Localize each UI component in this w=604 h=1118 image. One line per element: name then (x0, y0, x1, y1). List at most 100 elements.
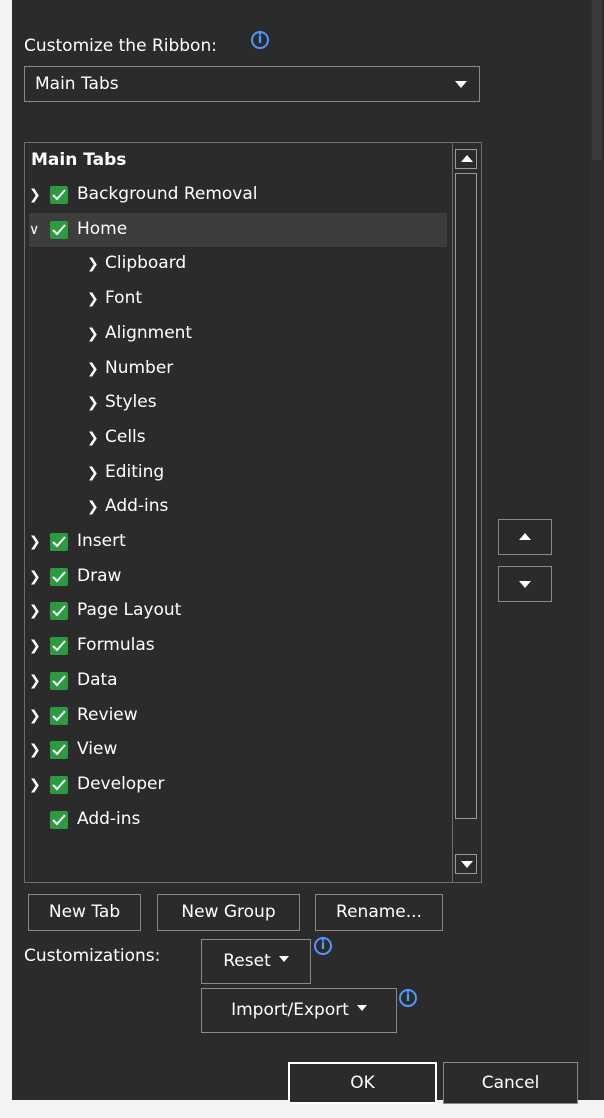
tree-item-label: Cells (105, 426, 146, 447)
tab-checkbox[interactable] (50, 810, 68, 829)
tab-tree-item[interactable]: Add-ins (25, 803, 449, 837)
ok-button[interactable]: OK (288, 1062, 437, 1104)
ribbon-type-value: Main Tabs (35, 74, 119, 94)
rename-button[interactable]: Rename... (315, 894, 443, 931)
import-export-info-icon[interactable]: i (399, 989, 417, 1007)
tree-item-label: Home (77, 218, 128, 239)
reset-button-label: Reset (223, 951, 271, 971)
tab-tree-item[interactable]: ❯ Data (25, 664, 449, 698)
move-down-button[interactable] (498, 566, 552, 602)
tab-checkbox[interactable] (50, 533, 68, 551)
tree-item-label: Clipboard (105, 253, 187, 274)
right-scroll-strip (590, 0, 604, 1118)
arrow-up-icon (461, 155, 473, 162)
tree-item-label: Draw (77, 565, 122, 586)
chevron-right-icon[interactable]: ❯ (87, 256, 99, 272)
move-up-button[interactable] (498, 519, 552, 555)
tab-tree-item[interactable]: ❯ Page Layout (25, 594, 449, 628)
tab-checkbox[interactable] (50, 567, 68, 586)
chevron-down-icon (455, 81, 467, 88)
chevron-right-icon[interactable]: ❯ (87, 465, 99, 481)
chevron-right-icon[interactable]: ❯ (87, 291, 99, 307)
tree-item-label: Number (105, 357, 174, 378)
arrow-down-icon (519, 581, 531, 588)
chevron-right-icon[interactable]: ❯ (87, 395, 99, 411)
chevron-right-icon[interactable]: ❯ (87, 361, 99, 377)
scroll-down-button[interactable] (455, 854, 477, 874)
ribbon-type-dropdown[interactable]: Main Tabs (24, 66, 480, 102)
tab-tree-item[interactable]: ❯ Developer (25, 768, 449, 802)
chevron-right-icon[interactable]: ❯ (29, 708, 41, 724)
tab-checkbox[interactable] (50, 706, 68, 725)
info-icon[interactable]: i (251, 31, 269, 49)
reset-button[interactable]: Reset (201, 939, 311, 984)
chevron-down-icon (278, 956, 289, 962)
tab-tree-item[interactable]: ∨ Home (29, 212, 447, 247)
tree-item-label: Formulas (77, 635, 155, 656)
group-tree-item[interactable]: ❯ Styles (25, 386, 449, 420)
group-tree-item[interactable]: ❯ Alignment (25, 317, 449, 351)
tree-item-label: View (77, 739, 118, 760)
import-export-button[interactable]: Import/Export (201, 988, 397, 1033)
tree-header: Main Tabs (31, 150, 127, 170)
tree-item-label: Styles (105, 392, 157, 413)
tab-checkbox[interactable] (50, 220, 68, 239)
outer-scrollbar-thumb[interactable] (592, 0, 602, 160)
arrow-down-icon (461, 861, 473, 868)
tree-item-label: Alignment (105, 322, 193, 343)
reset-info-icon[interactable]: i (314, 937, 332, 955)
group-tree-item[interactable]: ❯ Number (25, 352, 449, 386)
chevron-right-icon[interactable]: ❯ (29, 742, 41, 758)
tree-item-label: Insert (77, 531, 126, 551)
scrollbar-thumb[interactable] (455, 173, 477, 819)
tab-tree-item[interactable]: ❯ Draw (25, 560, 449, 594)
group-tree-item[interactable]: ❯ Editing (25, 456, 449, 490)
scroll-up-button[interactable] (455, 149, 477, 169)
chevron-right-icon[interactable]: ❯ (29, 187, 41, 203)
chevron-right-icon[interactable]: ❯ (29, 603, 41, 619)
tab-checkbox[interactable] (50, 186, 68, 204)
group-tree-item[interactable]: ❯ Cells (25, 421, 449, 455)
tree-item-label: Font (105, 288, 143, 309)
tab-checkbox[interactable] (50, 741, 68, 760)
tree-item-label: Developer (77, 773, 165, 794)
chevron-right-icon[interactable]: ❯ (29, 638, 41, 654)
chevron-right-icon[interactable]: ❯ (87, 326, 99, 342)
chevron-down-icon[interactable]: ∨ (29, 222, 39, 238)
chevron-right-icon[interactable]: ❯ (29, 777, 41, 793)
new-group-button[interactable]: New Group (157, 894, 300, 931)
tab-checkbox[interactable] (50, 637, 68, 656)
tab-tree-item[interactable]: ❯ View (25, 733, 449, 767)
group-tree-item[interactable]: ❯ Add-ins (25, 490, 449, 524)
tree-item-label: Data (77, 669, 118, 690)
group-tree-item[interactable]: ❯ Font (25, 282, 449, 316)
chevron-right-icon[interactable]: ❯ (87, 430, 99, 446)
ribbon-tabs-tree[interactable]: Main Tabs ❯ Background Removal ∨ Home ❯ Clipb… (24, 142, 482, 883)
left-edge (0, 0, 12, 1118)
tab-tree-item[interactable]: ❯ Background Removal (25, 178, 449, 212)
cancel-button[interactable]: Cancel (443, 1062, 578, 1104)
chevron-down-icon (356, 1005, 367, 1011)
tab-tree-item[interactable]: ❯ Insert (25, 525, 449, 559)
tab-checkbox[interactable] (50, 671, 68, 690)
new-tab-button[interactable]: New Tab (28, 894, 141, 931)
tree-item-label: Review (77, 704, 138, 725)
chevron-right-icon[interactable]: ❯ (29, 673, 41, 689)
tab-checkbox[interactable] (50, 775, 68, 794)
tree-item-label: Background Removal (77, 184, 258, 204)
customize-ribbon-label: Customize the Ribbon: (24, 36, 217, 56)
tree-item-label: Editing (105, 461, 165, 482)
tree-scrollbar[interactable] (452, 143, 481, 882)
chevron-right-icon[interactable]: ❯ (87, 499, 99, 515)
import-export-button-label: Import/Export (231, 1000, 349, 1020)
tab-checkbox[interactable] (50, 602, 68, 621)
tree-item-label: Add-ins (105, 496, 169, 517)
chevron-right-icon[interactable]: ❯ (29, 534, 41, 550)
customizations-label: Customizations: (24, 946, 161, 966)
arrow-up-icon (519, 533, 531, 540)
chevron-right-icon[interactable]: ❯ (29, 569, 41, 585)
tree-item-label: Page Layout (77, 600, 182, 621)
tab-tree-item[interactable]: ❯ Review (25, 699, 449, 733)
group-tree-item[interactable]: ❯ Clipboard (25, 247, 449, 281)
tab-tree-item[interactable]: ❯ Formulas (25, 629, 449, 663)
